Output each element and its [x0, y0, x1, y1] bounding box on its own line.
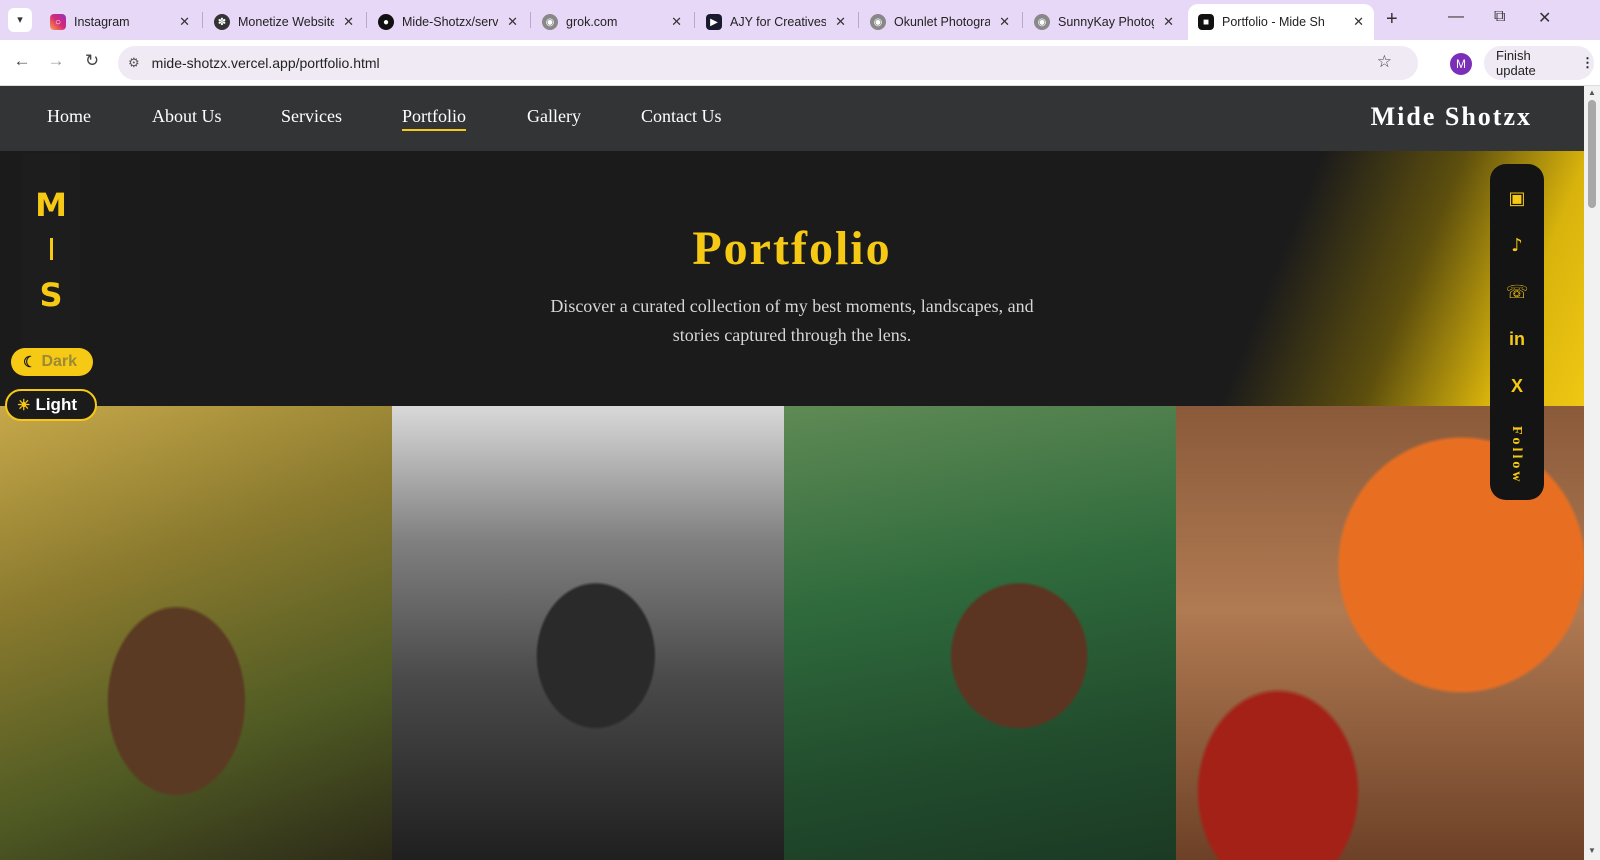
close-tab-icon[interactable]: ✕: [999, 14, 1010, 30]
tab-title: grok.com: [566, 15, 618, 29]
instagram-icon[interactable]: ▣: [1490, 188, 1544, 209]
scroll-down-arrow-icon[interactable]: ▼: [1584, 846, 1600, 855]
tab-title: Mide-Shotzx/servi: [402, 15, 498, 29]
tab-monetize[interactable]: ✽ Monetize Website ✕: [204, 4, 364, 40]
close-window-icon[interactable]: ✕: [1538, 8, 1551, 28]
nav-about-us[interactable]: About Us: [152, 106, 222, 127]
site-favicon-icon: ■: [1198, 14, 1214, 30]
photo-portrait-woman-coral-beads[interactable]: [784, 406, 1176, 860]
tab-title: Monetize Website: [238, 15, 334, 29]
page-title: Portfolio: [692, 222, 892, 275]
restore-icon[interactable]: ⧉: [1494, 8, 1505, 26]
scroll-up-arrow-icon[interactable]: ▲: [1584, 88, 1600, 97]
photo-portrait-man-bw[interactable]: [392, 406, 784, 860]
social-sidebar: ▣ ♪ ☏ in X Follow: [1490, 164, 1544, 500]
nav-gallery[interactable]: Gallery: [527, 106, 581, 127]
hero-section: Portfolio Discover a curated collection …: [0, 151, 1584, 415]
minimize-icon[interactable]: —: [1448, 8, 1464, 26]
ajy-favicon-icon: ▶: [706, 14, 722, 30]
tab-ajy[interactable]: ▶ AJY for Creatives - ✕: [696, 4, 856, 40]
address-bar[interactable]: ⚙ mide-shotzx.vercel.app/portfolio.html …: [118, 46, 1418, 80]
browser-toolbar: ← → ↻ ⚙ mide-shotzx.vercel.app/portfolio…: [0, 40, 1600, 86]
finish-update-label: Finish update: [1496, 48, 1536, 78]
finish-update-button[interactable]: Finish update ⋮: [1484, 46, 1594, 80]
monogram-letter-s: S: [39, 276, 63, 314]
nav-contact-us[interactable]: Contact Us: [641, 106, 722, 127]
url-text[interactable]: mide-shotzx.vercel.app/portfolio.html: [152, 55, 380, 71]
tab-github[interactable]: ● Mide-Shotzx/servi ✕: [368, 4, 528, 40]
moon-icon: ☾: [23, 354, 37, 371]
site-info-icon[interactable]: ⚙: [128, 55, 140, 71]
follow-label: Follow: [1509, 426, 1524, 485]
web-page: Home About Us Services Portfolio Gallery…: [0, 86, 1600, 860]
tab-sunnykay[interactable]: ◉ SunnyKay Photog ✕: [1024, 4, 1184, 40]
dark-mode-label: Dark: [41, 353, 78, 370]
close-tab-icon[interactable]: ✕: [507, 14, 518, 30]
nav-home[interactable]: Home: [47, 106, 91, 127]
whatsapp-icon[interactable]: ☏: [1490, 282, 1544, 303]
light-mode-label: Light: [35, 395, 77, 414]
tab-title: Portfolio - Mide Sh: [1222, 15, 1325, 29]
tab-title: SunnyKay Photog: [1058, 15, 1154, 29]
monogram-letter-m: M: [35, 186, 67, 224]
tab-search-button[interactable]: ▾: [8, 8, 32, 32]
close-tab-icon[interactable]: ✕: [1163, 14, 1174, 30]
globe-favicon-icon: ◉: [870, 14, 886, 30]
portfolio-gallery: [0, 406, 1584, 860]
instagram-favicon-icon: ○: [50, 14, 66, 30]
nav-portfolio[interactable]: Portfolio: [402, 106, 467, 131]
forward-arrow-icon[interactable]: →: [44, 51, 68, 71]
tab-okunlet[interactable]: ◉ Okunlet Photogra ✕: [860, 4, 1020, 40]
x-icon[interactable]: X: [1490, 376, 1544, 397]
openai-favicon-icon: ✽: [214, 14, 230, 30]
new-tab-icon[interactable]: +: [1386, 9, 1398, 29]
tiktok-icon[interactable]: ♪: [1490, 235, 1544, 256]
github-favicon-icon: ●: [378, 14, 394, 30]
browser-tab-bar: ▾ ○ Instagram ✕ ✽ Monetize Website ✕ ● M…: [0, 0, 1600, 40]
profile-avatar[interactable]: M: [1450, 53, 1472, 75]
site-navigation: Home About Us Services Portfolio Gallery…: [0, 86, 1584, 151]
tab-portfolio-active[interactable]: ■ Portfolio - Mide Sh ✕: [1188, 4, 1374, 40]
linkedin-icon[interactable]: in: [1490, 329, 1544, 350]
globe-favicon-icon: ◉: [542, 14, 558, 30]
back-arrow-icon[interactable]: ←: [10, 51, 34, 71]
nav-services[interactable]: Services: [281, 106, 342, 127]
reload-icon[interactable]: ↻: [80, 51, 104, 71]
dark-mode-button[interactable]: ☾ Dark: [11, 348, 93, 376]
site-monogram: M S: [22, 154, 80, 360]
tab-title: Okunlet Photogra: [894, 15, 990, 29]
close-tab-icon[interactable]: ✕: [671, 14, 682, 30]
close-tab-icon[interactable]: ✕: [343, 14, 354, 30]
scrollbar-thumb[interactable]: [1588, 100, 1596, 208]
tab-title: Instagram: [74, 15, 130, 29]
globe-favicon-icon: ◉: [1034, 14, 1050, 30]
bookmark-star-icon[interactable]: ☆: [1377, 52, 1392, 72]
monogram-divider: [50, 238, 53, 260]
more-menu-icon: ⋮: [1581, 55, 1594, 70]
page-scrollbar[interactable]: ▲ ▼: [1584, 86, 1600, 860]
tab-instagram[interactable]: ○ Instagram ✕: [40, 4, 200, 40]
tab-title: AJY for Creatives -: [730, 15, 826, 29]
close-tab-icon[interactable]: ✕: [1353, 14, 1364, 30]
page-description: Discover a curated collection of my best…: [550, 296, 1034, 345]
tab-grok[interactable]: ◉ grok.com ✕: [532, 4, 692, 40]
close-tab-icon[interactable]: ✕: [179, 14, 190, 30]
site-brand[interactable]: Mide Shotzx: [1371, 102, 1532, 132]
photo-portrait-woman-palm[interactable]: [0, 406, 392, 860]
close-tab-icon[interactable]: ✕: [835, 14, 846, 30]
sun-icon: ☀: [17, 397, 31, 414]
light-mode-button[interactable]: ☀ Light: [5, 389, 97, 421]
